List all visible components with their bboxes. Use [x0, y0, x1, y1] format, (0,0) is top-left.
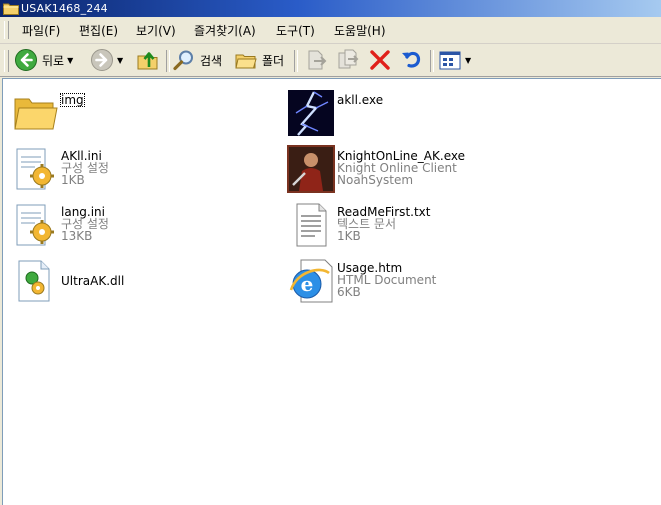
copy-to-icon — [338, 49, 359, 69]
file-name: UltraAK.dll — [61, 274, 125, 288]
folder-icon — [14, 98, 58, 130]
views-button[interactable]: ▼ — [438, 48, 471, 72]
delete-button[interactable] — [368, 48, 392, 72]
back-label: 뒤로 — [42, 53, 65, 68]
file-company: NoahSystem — [337, 173, 414, 187]
views-dropdown-icon[interactable]: ▼ — [465, 56, 471, 65]
forward-arrow-icon — [91, 49, 113, 71]
forward-dropdown-icon[interactable]: ▼ — [117, 56, 123, 65]
search-button[interactable]: 검색 — [172, 48, 222, 72]
menu-grip[interactable] — [4, 21, 9, 39]
undo-icon — [402, 51, 421, 68]
folders-icon — [235, 54, 257, 69]
move-to-icon — [308, 50, 327, 70]
toolbar-grip[interactable] — [4, 50, 9, 72]
menu-favorites[interactable]: 즐겨찾기(A) — [194, 22, 256, 39]
back-button[interactable]: 뒤로 ▼ — [14, 48, 73, 72]
folders-button[interactable]: 폴더 — [234, 48, 284, 72]
config-file-icon — [16, 204, 54, 246]
ie-html-icon: e — [289, 259, 333, 303]
config-file-icon — [16, 148, 54, 190]
toolbar-separator — [294, 50, 298, 72]
folder-icon — [3, 3, 19, 15]
toolbar: 뒤로 ▼ ▼ 검색 폴더 ▼ — [0, 44, 661, 77]
file-name: akll.exe — [337, 93, 384, 107]
file-view[interactable]: img akll.exe AKll.ini 구성 설정 1KB KnightOn… — [2, 78, 661, 505]
undo-button[interactable] — [399, 48, 423, 72]
toolbar-separator — [430, 50, 434, 72]
views-grid-icon — [439, 51, 461, 70]
menu-view[interactable]: 보기(V) — [136, 22, 176, 39]
back-dropdown-icon[interactable]: ▼ — [67, 56, 73, 65]
title-bar[interactable]: USAK1468_244 — [0, 0, 661, 17]
search-label: 검색 — [200, 53, 223, 68]
window-title: USAK1468_244 — [21, 2, 108, 15]
dll-file-icon — [18, 260, 50, 302]
knight-online-icon — [287, 145, 335, 193]
up-folder-button[interactable] — [136, 48, 160, 72]
menu-help[interactable]: 도움말(H) — [334, 22, 386, 39]
delete-x-icon — [370, 50, 390, 70]
up-folder-icon — [137, 52, 158, 70]
folders-label: 폴더 — [262, 53, 285, 68]
file-size: 13KB — [61, 229, 93, 243]
search-icon — [173, 50, 193, 71]
back-arrow-icon — [15, 49, 37, 71]
toolbar-separator — [166, 50, 170, 72]
file-size: 6KB — [337, 285, 361, 299]
menu-file[interactable]: 파일(F) — [22, 22, 60, 39]
file-size: 1KB — [61, 173, 85, 187]
forward-button[interactable]: ▼ — [90, 48, 123, 72]
file-size: 1KB — [337, 229, 361, 243]
menu-tools[interactable]: 도구(T) — [276, 22, 315, 39]
file-name: img — [60, 93, 85, 107]
text-file-icon — [296, 203, 327, 247]
move-to-button[interactable] — [304, 48, 328, 72]
lightning-exe-icon — [288, 90, 334, 136]
menu-edit[interactable]: 편집(E) — [79, 22, 118, 39]
menu-bar: 파일(F) 편집(E) 보기(V) 즐겨찾기(A) 도구(T) 도움말(H) — [0, 17, 661, 44]
copy-to-button[interactable] — [336, 48, 360, 72]
